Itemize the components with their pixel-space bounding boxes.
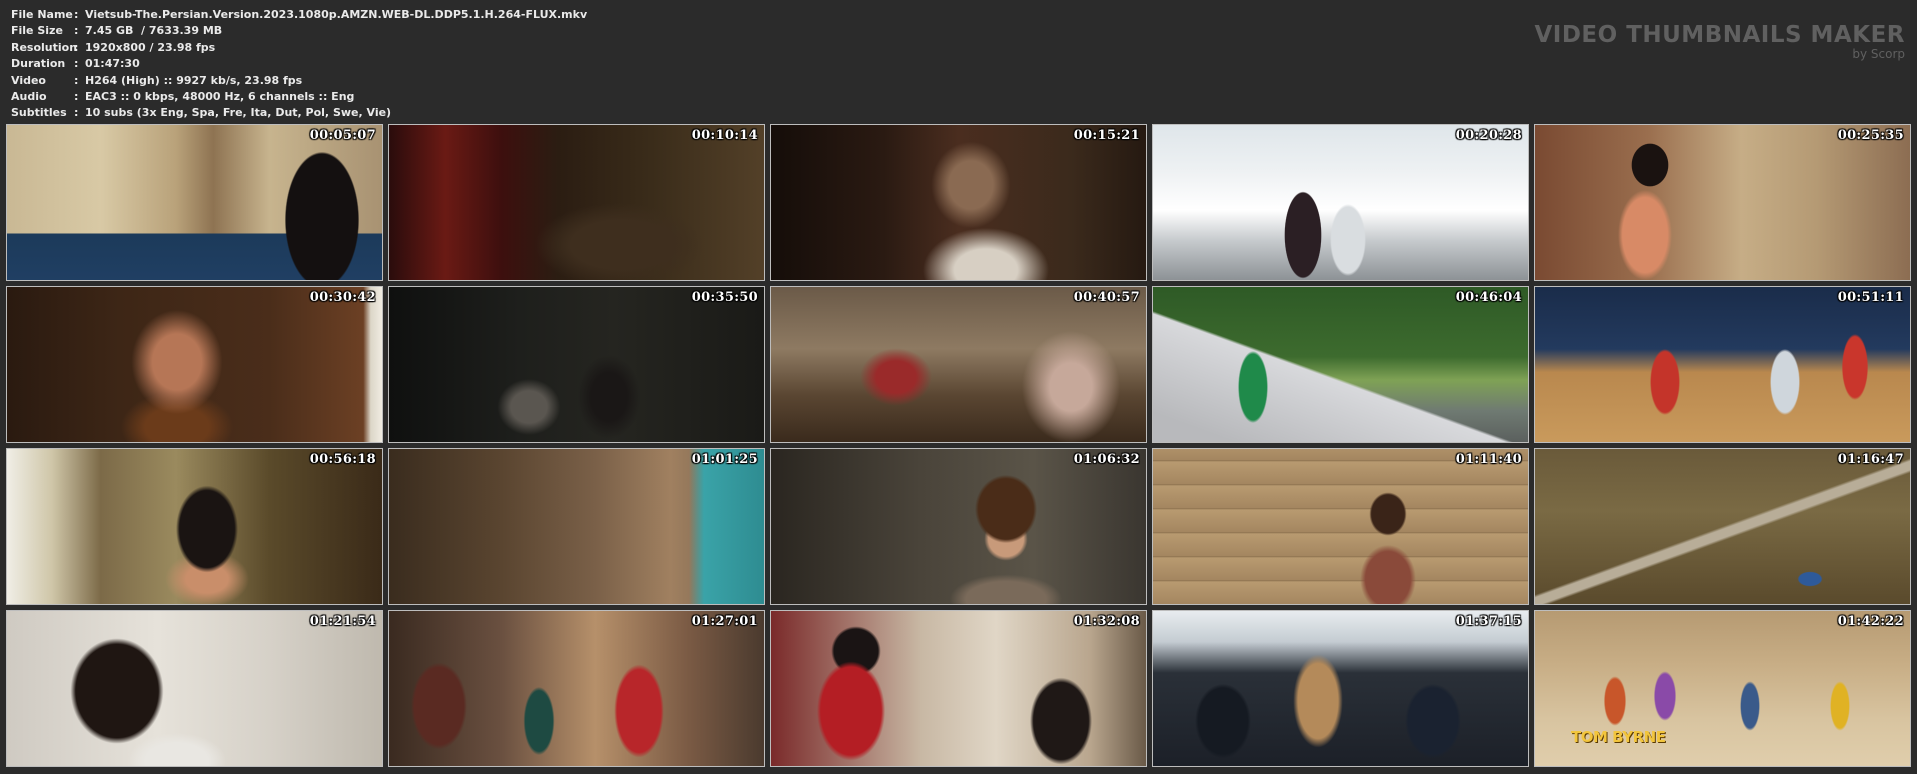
timestamp: 01:42:22 bbox=[1837, 614, 1904, 629]
timestamp: 00:40:57 bbox=[1073, 290, 1140, 305]
thumbnail-image bbox=[7, 287, 382, 442]
overlay-logo: TOM BYRNE bbox=[1571, 728, 1666, 746]
info-label: File Name bbox=[11, 8, 73, 21]
timestamp: 00:46:04 bbox=[1455, 290, 1522, 305]
info-value: 7.45 GB / 7633.39 MB bbox=[85, 24, 223, 38]
timestamp: 00:15:21 bbox=[1073, 128, 1140, 143]
thumbnail-image bbox=[1535, 449, 1910, 604]
info-separator: : bbox=[74, 8, 79, 21]
thumbnail-image bbox=[389, 449, 764, 604]
timestamp: 00:05:07 bbox=[309, 128, 376, 143]
thumbnail-image bbox=[7, 449, 382, 604]
info-value: 10 subs (3x Eng, Spa, Fre, Ita, Dut, Pol… bbox=[85, 106, 392, 120]
thumbnail-image bbox=[1153, 287, 1528, 442]
thumbnail-image bbox=[1535, 287, 1910, 442]
thumbnail[interactable]: TOM BYRNE 01:42:22 bbox=[1534, 610, 1911, 767]
info-separator: : bbox=[74, 106, 79, 120]
timestamp: 01:16:47 bbox=[1837, 452, 1904, 467]
info-label: File Size bbox=[11, 24, 63, 38]
info-separator: : bbox=[74, 57, 79, 71]
thumbnail-image bbox=[7, 125, 382, 280]
thumbnail[interactable]: 00:40:57 bbox=[770, 286, 1147, 443]
info-row-subtitles: Subtitles : 10 subs (3x Eng, Spa, Fre, I… bbox=[11, 105, 587, 121]
thumbnail[interactable]: 00:05:07 bbox=[6, 124, 383, 281]
info-row-video: Video : H264 (High) :: 9927 kb/s, 23.98 … bbox=[11, 73, 587, 89]
thumbnail-image bbox=[389, 611, 764, 766]
brand-watermark: VIDEO THUMBNAILS MAKER by Scorp bbox=[1534, 22, 1905, 60]
timestamp: 01:37:15 bbox=[1455, 614, 1522, 629]
brand-title: VIDEO THUMBNAILS MAKER bbox=[1534, 22, 1905, 48]
thumbnail[interactable]: 01:06:32 bbox=[770, 448, 1147, 605]
timestamp: 01:11:40 bbox=[1455, 452, 1522, 467]
thumbnail-image bbox=[771, 125, 1146, 280]
info-row-file-size: File Size : 7.45 GB / 7633.39 MB bbox=[11, 23, 587, 39]
thumbnail[interactable]: 00:25:35 bbox=[1534, 124, 1911, 281]
info-row-audio: Audio : EAC3 :: 0 kbps, 48000 Hz, 6 chan… bbox=[11, 89, 587, 105]
thumbnail[interactable]: 00:35:50 bbox=[388, 286, 765, 443]
timestamp: 00:56:18 bbox=[309, 452, 376, 467]
timestamp: 01:21:54 bbox=[309, 614, 376, 629]
thumbnail[interactable]: 00:20:28 bbox=[1152, 124, 1529, 281]
thumbnail-image bbox=[389, 287, 764, 442]
thumbnail[interactable]: 01:32:08 bbox=[770, 610, 1147, 767]
info-label: Resolution bbox=[11, 40, 78, 54]
info-value: EAC3 :: 0 kbps, 48000 Hz, 6 channels :: … bbox=[85, 90, 355, 104]
thumbnail-image bbox=[771, 287, 1146, 442]
file-info-panel: File Name : Vietsub-The.Persian.Version.… bbox=[11, 7, 587, 122]
info-row-file-name: File Name : Vietsub-The.Persian.Version.… bbox=[11, 7, 587, 23]
thumbnail-grid: 00:05:07 00:10:14 00:15:21 00:20:28 00:2… bbox=[6, 124, 1911, 767]
info-separator: : bbox=[74, 40, 79, 54]
info-separator: : bbox=[74, 73, 79, 87]
timestamp: 00:10:14 bbox=[691, 128, 758, 143]
thumbnail-image bbox=[1153, 449, 1528, 604]
timestamp: 00:35:50 bbox=[691, 290, 758, 305]
thumbnail-image bbox=[1535, 125, 1910, 280]
info-value: 01:47:30 bbox=[85, 57, 140, 71]
timestamp: 00:30:42 bbox=[309, 290, 376, 305]
thumbnail[interactable]: 01:27:01 bbox=[388, 610, 765, 767]
thumbnail[interactable]: 00:10:14 bbox=[388, 124, 765, 281]
thumbnail[interactable]: 00:30:42 bbox=[6, 286, 383, 443]
timestamp: 01:27:01 bbox=[691, 614, 758, 629]
thumbnail[interactable]: 01:01:25 bbox=[388, 448, 765, 605]
info-separator: : bbox=[74, 90, 79, 104]
thumbnail-image bbox=[7, 611, 382, 766]
thumbnail[interactable]: 00:46:04 bbox=[1152, 286, 1529, 443]
thumbnail[interactable]: 00:56:18 bbox=[6, 448, 383, 605]
info-value: 1920x800 / 23.98 fps bbox=[85, 40, 216, 54]
info-header: File Name : Vietsub-The.Persian.Version.… bbox=[0, 0, 1917, 124]
thumbnail[interactable]: 01:11:40 bbox=[1152, 448, 1529, 605]
timestamp: 00:25:35 bbox=[1837, 128, 1904, 143]
info-label: Duration bbox=[11, 57, 66, 71]
thumbnail[interactable]: 00:51:11 bbox=[1534, 286, 1911, 443]
info-value: H264 (High) :: 9927 kb/s, 23.98 fps bbox=[85, 73, 303, 87]
thumbnail[interactable]: 01:16:47 bbox=[1534, 448, 1911, 605]
timestamp: 00:51:11 bbox=[1837, 290, 1904, 305]
thumbnail[interactable]: 01:37:15 bbox=[1152, 610, 1529, 767]
info-row-duration: Duration : 01:47:30 bbox=[11, 56, 587, 72]
thumbnail-image bbox=[771, 611, 1146, 766]
thumbnail-image bbox=[389, 125, 764, 280]
info-separator: : bbox=[74, 24, 79, 38]
thumbnail[interactable]: 01:21:54 bbox=[6, 610, 383, 767]
info-value: Vietsub-The.Persian.Version.2023.1080p.A… bbox=[85, 8, 588, 21]
info-label: Subtitles bbox=[11, 106, 67, 120]
brand-subtitle: by Scorp bbox=[1852, 47, 1905, 61]
timestamp: 01:32:08 bbox=[1073, 614, 1140, 629]
thumbnail-image bbox=[1153, 611, 1528, 766]
info-row-resolution: Resolution : 1920x800 / 23.98 fps bbox=[11, 40, 587, 56]
info-label: Audio bbox=[11, 90, 47, 104]
thumbnail[interactable]: 00:15:21 bbox=[770, 124, 1147, 281]
timestamp: 01:01:25 bbox=[691, 452, 758, 467]
timestamp: 01:06:32 bbox=[1073, 452, 1140, 467]
thumbnail-image bbox=[771, 449, 1146, 604]
thumbnail-image bbox=[1153, 125, 1528, 280]
info-label: Video bbox=[11, 73, 46, 87]
timestamp: 00:20:28 bbox=[1455, 128, 1522, 143]
